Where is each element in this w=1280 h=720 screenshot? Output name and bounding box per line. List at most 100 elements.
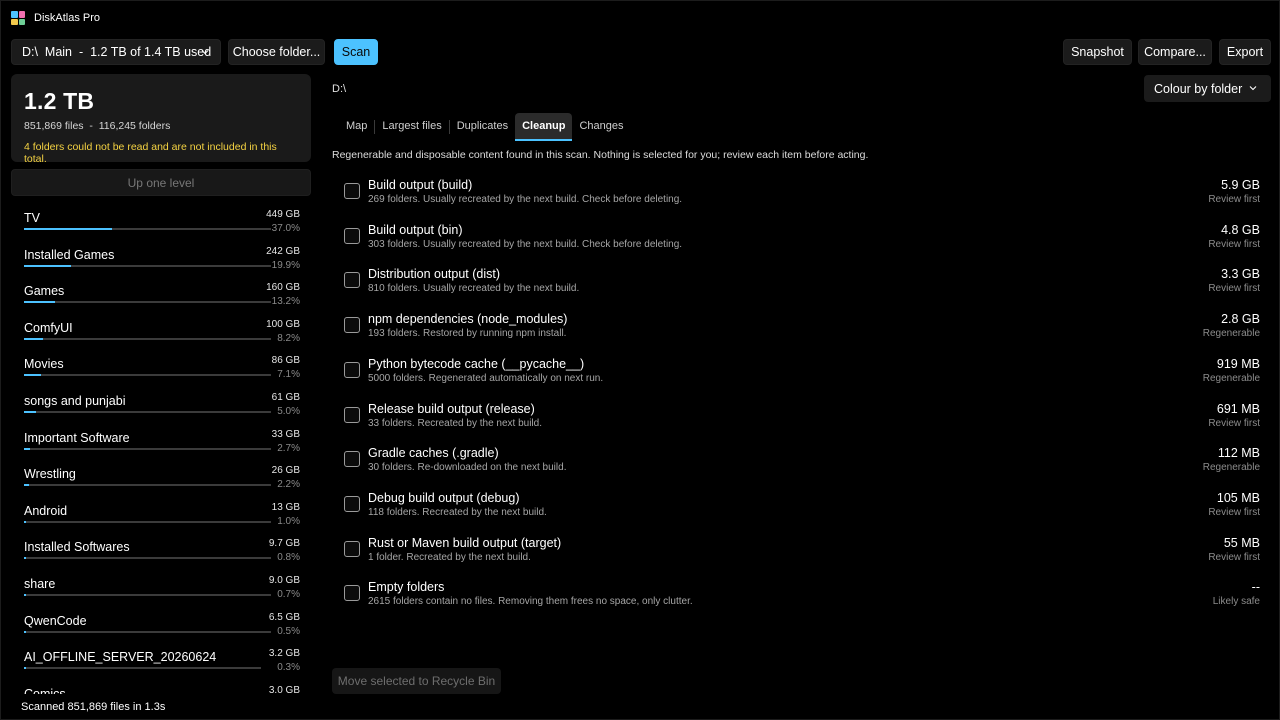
folder-percent: 5.0% [277, 406, 300, 417]
tab-cleanup[interactable]: Cleanup [515, 113, 573, 141]
folder-usage-fill [24, 447, 31, 450]
cleanup-item-checkbox[interactable] [344, 495, 360, 512]
up-one-level-button[interactable]: Up one level [11, 169, 311, 196]
logo-square [18, 18, 25, 25]
cleanup-item[interactable]: Python bytecode cache (__pycache__) 5000 … [332, 352, 1266, 397]
cleanup-item[interactable]: Release build output (release) 33 folders… [332, 397, 1266, 442]
folder-size: 61 GB [271, 392, 300, 403]
folder-row[interactable]: share 9.0 GB 0.7% [11, 572, 311, 608]
cleanup-item-checkbox[interactable] [344, 451, 360, 468]
cleanup-item-checkbox[interactable] [344, 406, 360, 423]
folder-row[interactable]: Comics 3.0 GB [11, 682, 311, 694]
folder-name: TV [24, 211, 40, 225]
folder-row[interactable]: Important Software 33 GB 2.7% [11, 426, 311, 462]
cleanup-item-description: 2615 folders contain no files. Removing … [368, 596, 693, 608]
cleanup-item[interactable]: Rust or Maven build output (target) 1 fol… [332, 531, 1266, 576]
folder-usage-fill [24, 484, 30, 487]
folder-percent: 0.5% [277, 625, 300, 637]
folder-size: 6.5 GB [268, 611, 300, 623]
folder-row[interactable]: Installed Softwares 9.7 GB 0.8% [11, 535, 311, 571]
export-button[interactable]: Export [1219, 39, 1271, 65]
chevron-down-icon [201, 50, 209, 55]
cleanup-item-status: Review first [1208, 506, 1260, 518]
folder-row[interactable]: AI_OFFLINE_SERVER_20260624 3.2 GB 0.3% [11, 645, 311, 681]
folder-row[interactable]: songs and punjabi 61 GB 5.0% [11, 389, 311, 425]
cleanup-item-checkbox[interactable] [344, 585, 360, 602]
cleanup-item-status: Review first [1208, 238, 1260, 250]
tab-duplicates[interactable]: Duplicates [450, 113, 515, 139]
folder-usage-bar [24, 484, 271, 487]
cleanup-item-status: Likely safe [1212, 596, 1260, 608]
cleanup-item-description: 1 folder. Recreated by the next build. [368, 551, 531, 563]
current-path: D:\ [332, 83, 347, 95]
tab-largest-files[interactable]: Largest files [375, 113, 448, 139]
folder-usage-fill [24, 667, 26, 670]
cleanup-item-title: Distribution output (dist) [368, 267, 501, 282]
folder-row[interactable]: TV 449 GB 37.0% [11, 206, 311, 242]
status-bar: Scanned 851,869 files in 1.3s [21, 701, 166, 713]
folder-usage-fill [24, 374, 41, 377]
cleanup-item-description: 193 folders. Restored by running npm ins… [368, 328, 567, 340]
colour-mode-label: Colour by folder [1154, 81, 1243, 96]
cleanup-item-title: Empty folders [368, 580, 445, 595]
folder-usage-bar [24, 557, 271, 560]
tab-map[interactable]: Map [339, 113, 374, 139]
cleanup-item-status: Regenerable [1202, 372, 1260, 384]
cleanup-item-checkbox[interactable] [344, 227, 360, 244]
cleanup-item-description: 118 folders. Recreated by the next build… [368, 506, 547, 518]
move-to-recycle-bin-button[interactable]: Move selected to Recycle Bin [332, 668, 501, 694]
folder-size: 9.0 GB [268, 575, 300, 586]
folder-row[interactable]: QwenCode 6.5 GB 0.5% [11, 609, 311, 645]
folder-row[interactable]: Installed Games 242 GB 19.9% [11, 243, 311, 279]
folder-list[interactable]: TV 449 GB 37.0% Installed Games 242 GB 19.9% G… [11, 206, 311, 694]
file-folder-counts: 851,869 files - 116,245 folders [24, 120, 171, 132]
cleanup-item[interactable]: Empty folders 2615 folders contain no fil… [332, 575, 1266, 620]
cleanup-item-status: Review first [1208, 551, 1260, 563]
folder-percent: 0.7% [277, 589, 300, 600]
cleanup-item-size: -- [1251, 580, 1260, 595]
cleanup-item[interactable]: Gradle caches (.gradle) 30 folders. Re-do… [332, 441, 1266, 486]
cleanup-item-title: Build output (build) [368, 178, 473, 192]
choose-folder-button[interactable]: Choose folder... [228, 39, 325, 65]
folder-percent: 37.0% [271, 223, 300, 234]
cleanup-item-size: 112 MB [1217, 446, 1260, 461]
cleanup-item[interactable]: Distribution output (dist) 810 folders. U… [332, 262, 1266, 307]
folder-usage-bar [24, 374, 271, 377]
folder-row[interactable]: ComfyUI 100 GB 8.2% [11, 316, 311, 352]
cleanup-item-status: Regenerable [1202, 462, 1260, 474]
scan-button[interactable]: Scan [334, 39, 378, 65]
cleanup-item-checkbox[interactable] [344, 361, 360, 378]
compare-button[interactable]: Compare... [1138, 39, 1212, 65]
cleanup-item-checkbox[interactable] [344, 272, 360, 289]
cleanup-item-title: Release build output (release) [368, 401, 535, 416]
colour-mode-select[interactable]: Colour by folder [1144, 75, 1271, 102]
folder-row[interactable]: Android 13 GB 1.0% [11, 499, 311, 535]
folder-name: Games [24, 284, 65, 299]
folder-name: Android [24, 503, 68, 518]
folder-percent: 2.7% [277, 442, 300, 454]
folder-row[interactable]: Movies 86 GB 7.1% [11, 352, 311, 388]
drive-select[interactable]: D:\ Main - 1.2 TB of 1.4 TB used [11, 39, 221, 65]
folder-name: Important Software [24, 430, 130, 445]
cleanup-item[interactable]: Build output (build) 269 folders. Usually… [332, 173, 1266, 218]
cleanup-item-size: 2.8 GB [1221, 312, 1260, 327]
folder-row[interactable]: Wrestling 26 GB 2.2% [11, 462, 311, 498]
cleanup-item[interactable]: Build output (bin) 303 folders. Usually r… [332, 218, 1266, 263]
app-window: DiskAtlas Pro D:\ Main - 1.2 TB of 1.4 T… [0, 0, 1280, 720]
unreadable-warning: 4 folders could not be read and are not … [24, 141, 277, 165]
folder-name: ComfyUI [24, 320, 73, 335]
cleanup-item-checkbox[interactable] [344, 540, 360, 557]
cleanup-item-title: Debug build output (debug) [368, 490, 520, 505]
cleanup-item[interactable]: npm dependencies (node_modules) 193 folde… [332, 307, 1266, 352]
folder-size: 3.2 GB [268, 648, 300, 660]
cleanup-item-checkbox[interactable] [344, 183, 360, 199]
tab-changes[interactable]: Changes [572, 113, 630, 139]
folder-row[interactable]: Games 160 GB 13.2% [11, 279, 311, 315]
folder-usage-fill [24, 520, 27, 523]
cleanup-item-title: Python bytecode cache (__pycache__) [368, 356, 585, 371]
cleanup-item-checkbox[interactable] [344, 317, 360, 334]
snapshot-button[interactable]: Snapshot [1063, 39, 1132, 65]
logo-square [11, 11, 18, 18]
cleanup-item[interactable]: Debug build output (debug) 118 folders. R… [332, 486, 1266, 531]
folder-size: 26 GB [271, 465, 300, 477]
